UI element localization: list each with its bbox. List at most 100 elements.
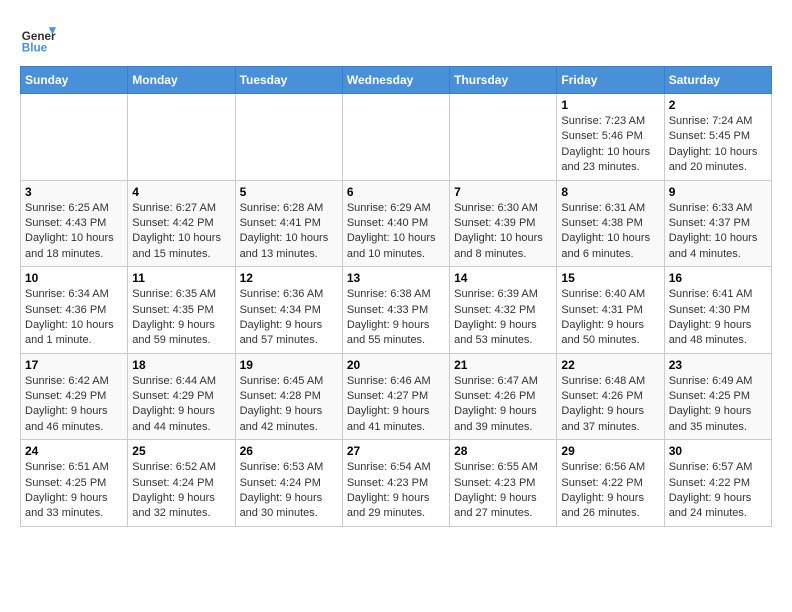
day-info: Sunrise: 6:39 AM Sunset: 4:32 PM Dayligh…	[454, 287, 552, 349]
svg-text:Blue: Blue	[22, 42, 48, 55]
day-number: 11	[132, 271, 230, 285]
day-number: 3	[25, 185, 123, 199]
day-number: 15	[561, 271, 659, 285]
day-info: Sunrise: 6:35 AM Sunset: 4:35 PM Dayligh…	[132, 287, 230, 349]
day-number: 8	[561, 185, 659, 199]
calendar-empty-cell	[128, 94, 235, 181]
day-number: 22	[561, 358, 659, 372]
calendar-empty-cell	[21, 94, 128, 181]
day-info: Sunrise: 6:45 AM Sunset: 4:28 PM Dayligh…	[240, 374, 338, 436]
day-info: Sunrise: 6:48 AM Sunset: 4:26 PM Dayligh…	[561, 374, 659, 436]
day-info: Sunrise: 6:49 AM Sunset: 4:25 PM Dayligh…	[669, 374, 767, 436]
day-info: Sunrise: 6:47 AM Sunset: 4:26 PM Dayligh…	[454, 374, 552, 436]
day-info: Sunrise: 6:56 AM Sunset: 4:22 PM Dayligh…	[561, 460, 659, 522]
day-number: 13	[347, 271, 445, 285]
calendar-day-10: 10 Sunrise: 6:34 AM Sunset: 4:36 PM Dayli…	[21, 267, 128, 354]
day-info: Sunrise: 6:34 AM Sunset: 4:36 PM Dayligh…	[25, 287, 123, 349]
calendar-day-23: 23 Sunrise: 6:49 AM Sunset: 4:25 PM Dayli…	[664, 353, 771, 440]
day-info: Sunrise: 6:31 AM Sunset: 4:38 PM Dayligh…	[561, 201, 659, 263]
calendar-week-row: 17 Sunrise: 6:42 AM Sunset: 4:29 PM Dayli…	[21, 353, 772, 440]
day-number: 1	[561, 98, 659, 112]
calendar-week-row: 10 Sunrise: 6:34 AM Sunset: 4:36 PM Dayli…	[21, 267, 772, 354]
calendar-day-19: 19 Sunrise: 6:45 AM Sunset: 4:28 PM Dayli…	[235, 353, 342, 440]
calendar-day-18: 18Sunrise: 6:44 AM Sunset: 4:29 PM Dayli…	[128, 353, 235, 440]
calendar-header: SundayMondayTuesdayWednesdayThursdayFrid…	[21, 67, 772, 94]
day-number: 6	[347, 185, 445, 199]
calendar-day-3: 3 Sunrise: 6:25 AM Sunset: 4:43 PM Daylig…	[21, 180, 128, 267]
day-number: 10	[25, 271, 123, 285]
day-info: Sunrise: 6:55 AM Sunset: 4:23 PM Dayligh…	[454, 460, 552, 522]
day-number: 2	[669, 98, 767, 112]
calendar-week-row: 1 Sunrise: 7:23 AM Sunset: 5:46 PM Daylig…	[21, 94, 772, 181]
day-info: Sunrise: 6:41 AM Sunset: 4:30 PM Dayligh…	[669, 287, 767, 349]
calendar-day-25: 25 Sunrise: 6:52 AM Sunset: 4:24 PM Dayli…	[128, 440, 235, 527]
calendar-empty-cell	[235, 94, 342, 181]
day-info: Sunrise: 7:23 AM Sunset: 5:46 PM Dayligh…	[561, 114, 659, 176]
calendar-empty-cell	[450, 94, 557, 181]
logo: General Blue	[20, 20, 56, 56]
calendar-day-26: 26 Sunrise: 6:53 AM Sunset: 4:24 PM Dayli…	[235, 440, 342, 527]
day-number: 20	[347, 358, 445, 372]
calendar-day-29: 29Sunrise: 6:56 AM Sunset: 4:22 PM Dayli…	[557, 440, 664, 527]
calendar-table: SundayMondayTuesdayWednesdayThursdayFrid…	[20, 66, 772, 527]
calendar-week-row: 24 Sunrise: 6:51 AM Sunset: 4:25 PM Dayli…	[21, 440, 772, 527]
calendar-day-24: 24 Sunrise: 6:51 AM Sunset: 4:25 PM Dayli…	[21, 440, 128, 527]
day-info: Sunrise: 6:52 AM Sunset: 4:24 PM Dayligh…	[132, 460, 230, 522]
day-number: 25	[132, 444, 230, 458]
calendar-day-15: 15Sunrise: 6:40 AM Sunset: 4:31 PM Dayli…	[557, 267, 664, 354]
weekday-header-row: SundayMondayTuesdayWednesdayThursdayFrid…	[21, 67, 772, 94]
day-number: 7	[454, 185, 552, 199]
calendar-week-row: 3 Sunrise: 6:25 AM Sunset: 4:43 PM Daylig…	[21, 180, 772, 267]
calendar-day-21: 21 Sunrise: 6:47 AM Sunset: 4:26 PM Dayli…	[450, 353, 557, 440]
calendar-day-6: 6 Sunrise: 6:29 AM Sunset: 4:40 PM Daylig…	[342, 180, 449, 267]
day-info: Sunrise: 6:33 AM Sunset: 4:37 PM Dayligh…	[669, 201, 767, 263]
calendar-day-13: 13 Sunrise: 6:38 AM Sunset: 4:33 PM Dayli…	[342, 267, 449, 354]
calendar-day-22: 22 Sunrise: 6:48 AM Sunset: 4:26 PM Dayli…	[557, 353, 664, 440]
day-info: Sunrise: 6:29 AM Sunset: 4:40 PM Dayligh…	[347, 201, 445, 263]
day-number: 27	[347, 444, 445, 458]
weekday-header-thursday: Thursday	[450, 67, 557, 94]
page-header: General Blue	[20, 20, 772, 56]
calendar-day-30: 30 Sunrise: 6:57 AM Sunset: 4:22 PM Dayli…	[664, 440, 771, 527]
weekday-header-saturday: Saturday	[664, 67, 771, 94]
day-number: 17	[25, 358, 123, 372]
calendar-day-17: 17 Sunrise: 6:42 AM Sunset: 4:29 PM Dayli…	[21, 353, 128, 440]
day-number: 21	[454, 358, 552, 372]
day-info: Sunrise: 6:44 AM Sunset: 4:29 PM Dayligh…	[132, 374, 230, 436]
day-number: 19	[240, 358, 338, 372]
day-info: Sunrise: 7:24 AM Sunset: 5:45 PM Dayligh…	[669, 114, 767, 176]
calendar-day-20: 20 Sunrise: 6:46 AM Sunset: 4:27 PM Dayli…	[342, 353, 449, 440]
day-number: 23	[669, 358, 767, 372]
day-info: Sunrise: 6:42 AM Sunset: 4:29 PM Dayligh…	[25, 374, 123, 436]
weekday-header-wednesday: Wednesday	[342, 67, 449, 94]
calendar-day-14: 14 Sunrise: 6:39 AM Sunset: 4:32 PM Dayli…	[450, 267, 557, 354]
day-info: Sunrise: 6:28 AM Sunset: 4:41 PM Dayligh…	[240, 201, 338, 263]
day-info: Sunrise: 6:38 AM Sunset: 4:33 PM Dayligh…	[347, 287, 445, 349]
calendar-empty-cell	[342, 94, 449, 181]
calendar-day-4: 4Sunrise: 6:27 AM Sunset: 4:42 PM Daylig…	[128, 180, 235, 267]
day-info: Sunrise: 6:51 AM Sunset: 4:25 PM Dayligh…	[25, 460, 123, 522]
calendar-day-7: 7 Sunrise: 6:30 AM Sunset: 4:39 PM Daylig…	[450, 180, 557, 267]
calendar-day-5: 5 Sunrise: 6:28 AM Sunset: 4:41 PM Daylig…	[235, 180, 342, 267]
day-info: Sunrise: 6:46 AM Sunset: 4:27 PM Dayligh…	[347, 374, 445, 436]
calendar-day-28: 28Sunrise: 6:55 AM Sunset: 4:23 PM Dayli…	[450, 440, 557, 527]
day-number: 24	[25, 444, 123, 458]
day-info: Sunrise: 6:57 AM Sunset: 4:22 PM Dayligh…	[669, 460, 767, 522]
calendar-day-12: 12Sunrise: 6:36 AM Sunset: 4:34 PM Dayli…	[235, 267, 342, 354]
weekday-header-monday: Monday	[128, 67, 235, 94]
logo-icon: General Blue	[20, 20, 56, 56]
day-info: Sunrise: 6:25 AM Sunset: 4:43 PM Dayligh…	[25, 201, 123, 263]
day-number: 14	[454, 271, 552, 285]
calendar-body: 1 Sunrise: 7:23 AM Sunset: 5:46 PM Daylig…	[21, 94, 772, 527]
day-number: 30	[669, 444, 767, 458]
day-number: 5	[240, 185, 338, 199]
day-number: 12	[240, 271, 338, 285]
calendar-day-27: 27Sunrise: 6:54 AM Sunset: 4:23 PM Dayli…	[342, 440, 449, 527]
calendar-day-9: 9Sunrise: 6:33 AM Sunset: 4:37 PM Daylig…	[664, 180, 771, 267]
day-info: Sunrise: 6:27 AM Sunset: 4:42 PM Dayligh…	[132, 201, 230, 263]
weekday-header-friday: Friday	[557, 67, 664, 94]
calendar-day-1: 1 Sunrise: 7:23 AM Sunset: 5:46 PM Daylig…	[557, 94, 664, 181]
day-number: 26	[240, 444, 338, 458]
day-info: Sunrise: 6:30 AM Sunset: 4:39 PM Dayligh…	[454, 201, 552, 263]
day-info: Sunrise: 6:53 AM Sunset: 4:24 PM Dayligh…	[240, 460, 338, 522]
